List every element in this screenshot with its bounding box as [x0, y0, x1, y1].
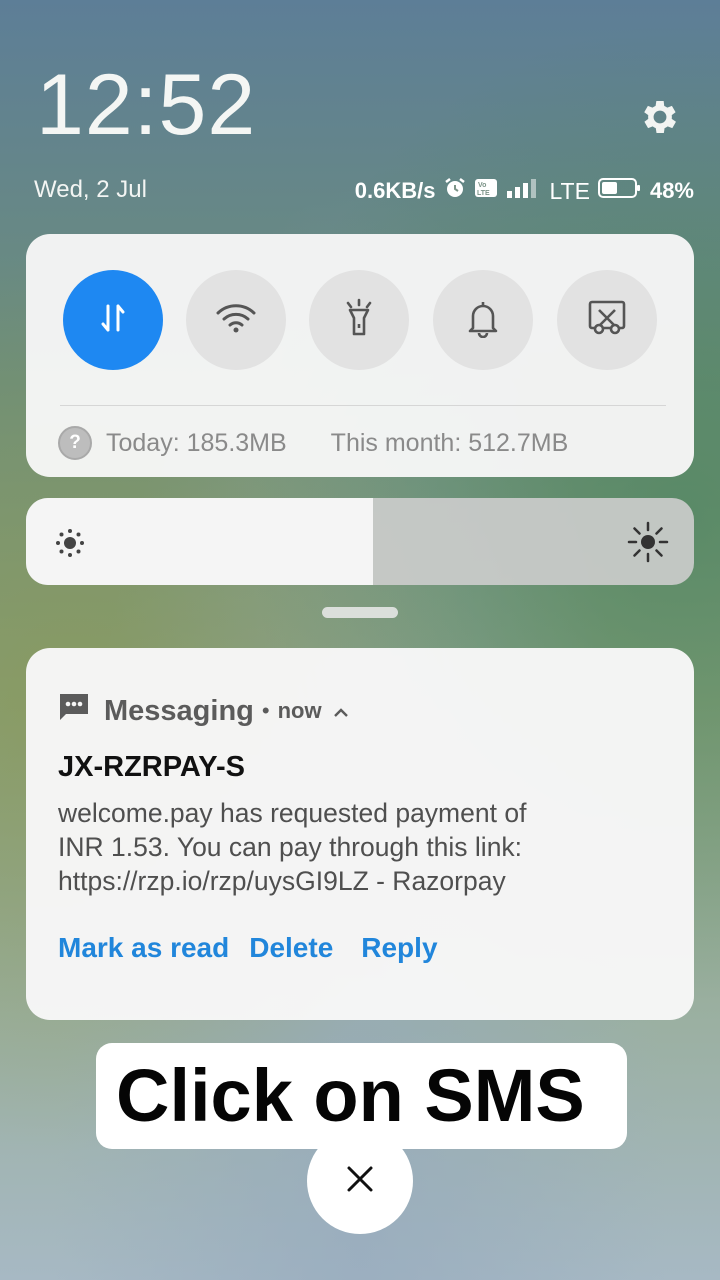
svg-text:LTE: LTE [477, 190, 490, 197]
notification-time: now [277, 698, 322, 723]
notification-sender: JX-RZRPAY-S [58, 751, 245, 783]
mark-as-read-button[interactable]: Mark as read [58, 932, 229, 964]
quick-settings-panel: ? Today: 185.3MB This month: 512.7MB [26, 234, 694, 477]
wifi-icon [215, 301, 257, 340]
status-bar: 0.6KB/s Vo LTE LTE 48% [355, 176, 694, 206]
gear-icon[interactable] [638, 95, 682, 139]
help-icon[interactable]: ? [58, 426, 92, 460]
notification-header: Messaging • now [58, 692, 350, 730]
data-arrows-icon [95, 300, 131, 341]
notification-app-name: Messaging [104, 694, 254, 727]
notification-actions: Mark as read Delete Reply [58, 932, 458, 964]
wifi-toggle[interactable] [186, 270, 286, 370]
brightness-low-icon [52, 526, 88, 565]
separator-dot: • [261, 698, 270, 723]
date-label: Wed, 2 Jul [34, 176, 147, 203]
delete-button[interactable]: Delete [249, 932, 333, 964]
svg-text:Vo: Vo [478, 182, 486, 189]
sound-toggle[interactable] [433, 270, 533, 370]
body-line: https://rzp.io/rzp/uysGI9LZ - Razorpay [58, 866, 506, 896]
mobile-data-toggle[interactable] [63, 270, 163, 370]
battery-percent: 48% [649, 178, 694, 203]
flashlight-toggle[interactable] [309, 270, 409, 370]
clock-time: 12:52 [36, 57, 257, 153]
divider [60, 405, 666, 406]
brightness-high-icon [626, 520, 670, 569]
screenshot-toggle[interactable] [557, 270, 657, 370]
signal-icon [507, 178, 541, 204]
battery-icon [597, 177, 642, 205]
network-type: LTE [549, 177, 590, 204]
bell-icon [465, 298, 501, 343]
close-button[interactable] [307, 1128, 413, 1234]
usage-month: This month: 512.7MB [330, 428, 569, 457]
alarm-icon [443, 176, 467, 206]
close-icon [345, 1164, 375, 1199]
chevron-up-icon[interactable] [332, 695, 350, 728]
network-speed: 0.6KB/s [354, 178, 436, 203]
sms-notification[interactable]: Messaging • now JX-RZRPAY-S welcome.pay … [26, 648, 694, 1020]
body-line: INR 1.53. You can pay through this link: [58, 832, 523, 862]
message-icon [58, 692, 90, 730]
data-usage-row: ? Today: 185.3MB This month: 512.7MB [58, 426, 568, 460]
usage-today: Today: 185.3MB [106, 428, 287, 457]
notification-body: welcome.pay has requested payment of INR… [58, 796, 658, 898]
drag-handle[interactable] [322, 607, 398, 618]
volte-icon: Vo LTE [475, 178, 499, 204]
screenshot-icon [587, 299, 627, 342]
body-line: welcome.pay has requested payment of [58, 798, 527, 828]
reply-button[interactable]: Reply [361, 932, 437, 964]
flashlight-icon [341, 298, 377, 343]
brightness-slider[interactable] [26, 498, 694, 585]
